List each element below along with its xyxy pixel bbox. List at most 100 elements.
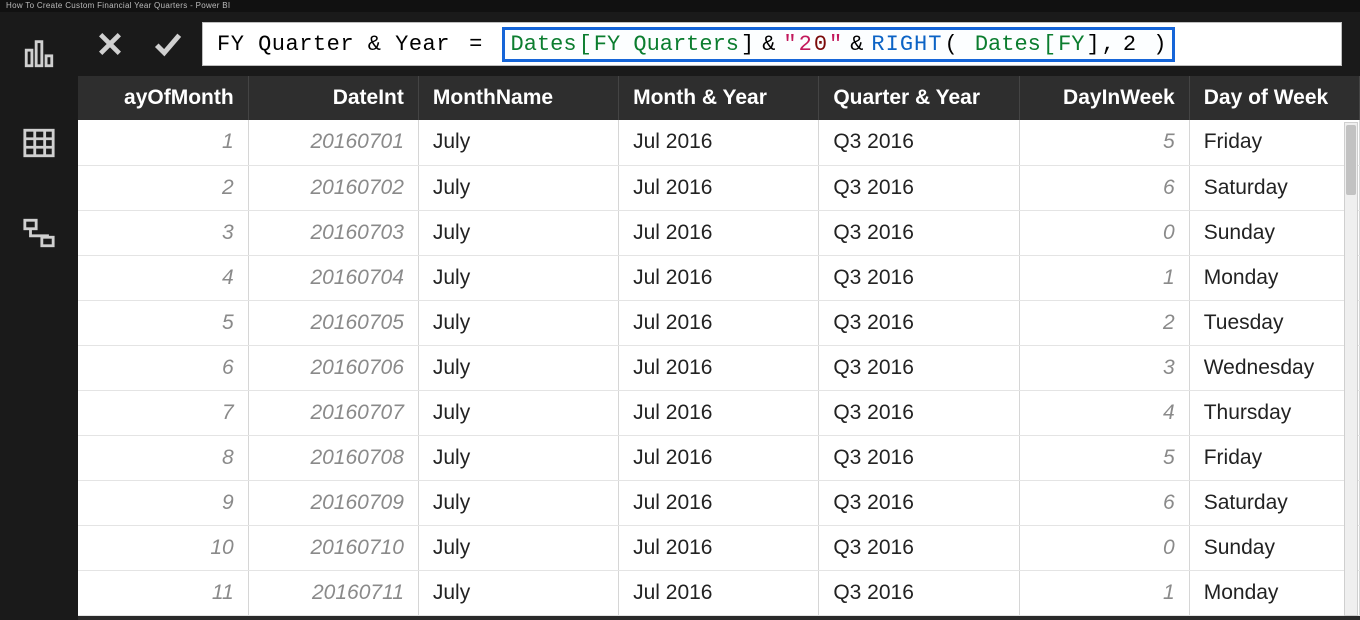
cell-dateint[interactable]: 20160705 <box>248 300 418 345</box>
cell-monthyear[interactable]: Jul 2016 <box>619 165 819 210</box>
cell-dayofweek[interactable]: Sunday <box>1189 210 1359 255</box>
data-grid-scroll[interactable]: ayOfMonth DateInt MonthName Month & Year… <box>78 76 1360 620</box>
cell-dayofweek[interactable]: Monday <box>1189 255 1359 300</box>
table-row[interactable]: 220160702JulyJul 2016Q3 20166Saturday <box>78 165 1360 210</box>
report-view-button[interactable] <box>16 30 62 76</box>
cell-dayofmonth[interactable]: 10 <box>78 525 248 570</box>
cell-monthyear[interactable]: Jul 2016 <box>619 390 819 435</box>
col-dayofweek[interactable]: Day of Week <box>1189 76 1359 120</box>
cell-quarteryear[interactable]: Q3 2016 <box>819 120 1019 165</box>
cell-monthname[interactable]: July <box>418 570 618 615</box>
model-view-button[interactable] <box>16 210 62 256</box>
cell-dayofweek[interactable]: Saturday <box>1189 480 1359 525</box>
cell-monthyear[interactable]: Jul 2016 <box>619 120 819 165</box>
cell-dateint[interactable]: 20160710 <box>248 525 418 570</box>
cell-dayofweek[interactable]: Wednesday <box>1189 345 1359 390</box>
cell-dayofmonth[interactable]: 11 <box>78 570 248 615</box>
cell-monthyear[interactable]: Jul 2016 <box>619 255 819 300</box>
table-row[interactable]: 420160704JulyJul 2016Q3 20161Monday <box>78 255 1360 300</box>
cell-dateint[interactable]: 20160709 <box>248 480 418 525</box>
cell-dayofweek[interactable]: Thursday <box>1189 390 1359 435</box>
scrollbar-thumb[interactable] <box>1346 125 1356 195</box>
cell-monthyear[interactable]: Jul 2016 <box>619 345 819 390</box>
cell-monthname[interactable]: July <box>418 300 618 345</box>
cell-quarteryear[interactable]: Q3 2016 <box>819 435 1019 480</box>
col-dayofmonth[interactable]: ayOfMonth <box>78 76 248 120</box>
cell-monthname[interactable]: July <box>418 390 618 435</box>
cell-monthname[interactable]: July <box>418 120 618 165</box>
cell-dateint[interactable]: 20160708 <box>248 435 418 480</box>
cell-quarteryear[interactable]: Q3 2016 <box>819 255 1019 300</box>
cell-dayofweek[interactable]: Friday <box>1189 120 1359 165</box>
cell-quarteryear[interactable]: Q3 2016 <box>819 525 1019 570</box>
cell-dayofmonth[interactable]: 7 <box>78 390 248 435</box>
cell-dateint[interactable]: 20160703 <box>248 210 418 255</box>
cell-dateint[interactable]: 20160706 <box>248 345 418 390</box>
cell-dayofmonth[interactable]: 6 <box>78 345 248 390</box>
table-row[interactable]: 520160705JulyJul 2016Q3 20162Tuesday <box>78 300 1360 345</box>
cell-dayofweek[interactable]: Tuesday <box>1189 300 1359 345</box>
table-row[interactable]: 320160703JulyJul 2016Q3 20160Sunday <box>78 210 1360 255</box>
cell-dayofweek[interactable]: Friday <box>1189 435 1359 480</box>
cell-monthname[interactable]: July <box>418 165 618 210</box>
cell-quarteryear[interactable]: Q3 2016 <box>819 165 1019 210</box>
col-dateint[interactable]: DateInt <box>248 76 418 120</box>
cell-dayinweek[interactable]: 6 <box>1019 165 1189 210</box>
cell-quarteryear[interactable]: Q3 2016 <box>819 345 1019 390</box>
cell-monthname[interactable]: July <box>418 255 618 300</box>
cell-quarteryear[interactable]: Q3 2016 <box>819 210 1019 255</box>
cell-quarteryear[interactable]: Q3 2016 <box>819 480 1019 525</box>
data-grid[interactable]: ayOfMonth DateInt MonthName Month & Year… <box>78 76 1360 616</box>
cell-dayinweek[interactable]: 0 <box>1019 525 1189 570</box>
cell-dayinweek[interactable]: 1 <box>1019 570 1189 615</box>
col-quarteryear[interactable]: Quarter & Year <box>819 76 1019 120</box>
cell-monthname[interactable]: July <box>418 525 618 570</box>
cell-dayinweek[interactable]: 4 <box>1019 390 1189 435</box>
cell-dateint[interactable]: 20160711 <box>248 570 418 615</box>
data-view-button[interactable] <box>16 120 62 166</box>
cell-monthyear[interactable]: Jul 2016 <box>619 525 819 570</box>
cell-dayofmonth[interactable]: 4 <box>78 255 248 300</box>
cell-dayofweek[interactable]: Monday <box>1189 570 1359 615</box>
cell-dayinweek[interactable]: 6 <box>1019 480 1189 525</box>
vertical-scrollbar[interactable] <box>1344 122 1358 616</box>
cell-monthname[interactable]: July <box>418 435 618 480</box>
cell-dayofmonth[interactable]: 1 <box>78 120 248 165</box>
cell-monthyear[interactable]: Jul 2016 <box>619 480 819 525</box>
cell-monthyear[interactable]: Jul 2016 <box>619 300 819 345</box>
cell-dayinweek[interactable]: 0 <box>1019 210 1189 255</box>
cell-dayofmonth[interactable]: 2 <box>78 165 248 210</box>
table-row[interactable]: 1020160710JulyJul 2016Q3 20160Sunday <box>78 525 1360 570</box>
col-monthyear[interactable]: Month & Year <box>619 76 819 120</box>
cell-quarteryear[interactable]: Q3 2016 <box>819 300 1019 345</box>
formula-commit-button[interactable] <box>144 20 192 68</box>
cell-monthyear[interactable]: Jul 2016 <box>619 435 819 480</box>
cell-dateint[interactable]: 20160701 <box>248 120 418 165</box>
col-dayinweek[interactable]: DayInWeek <box>1019 76 1189 120</box>
cell-dayofmonth[interactable]: 5 <box>78 300 248 345</box>
table-row[interactable]: 820160708JulyJul 2016Q3 20165Friday <box>78 435 1360 480</box>
cell-quarteryear[interactable]: Q3 2016 <box>819 570 1019 615</box>
cell-dayinweek[interactable]: 2 <box>1019 300 1189 345</box>
cell-monthname[interactable]: July <box>418 210 618 255</box>
cell-dayinweek[interactable]: 3 <box>1019 345 1189 390</box>
table-row[interactable]: 1120160711JulyJul 2016Q3 20161Monday <box>78 570 1360 615</box>
cell-dayofweek[interactable]: Saturday <box>1189 165 1359 210</box>
cell-dateint[interactable]: 20160704 <box>248 255 418 300</box>
cell-dayinweek[interactable]: 1 <box>1019 255 1189 300</box>
cell-dayofmonth[interactable]: 8 <box>78 435 248 480</box>
table-row[interactable]: 720160707JulyJul 2016Q3 20164Thursday <box>78 390 1360 435</box>
col-monthname[interactable]: MonthName <box>418 76 618 120</box>
cell-dayofweek[interactable]: Sunday <box>1189 525 1359 570</box>
cell-monthname[interactable]: July <box>418 345 618 390</box>
cell-monthname[interactable]: July <box>418 480 618 525</box>
cell-dayinweek[interactable]: 5 <box>1019 435 1189 480</box>
cell-dateint[interactable]: 20160702 <box>248 165 418 210</box>
table-row[interactable]: 920160709JulyJul 2016Q3 20166Saturday <box>78 480 1360 525</box>
formula-input[interactable]: FY Quarter & Year = Dates [ FY Quarters … <box>202 22 1342 66</box>
cell-dayofmonth[interactable]: 3 <box>78 210 248 255</box>
cell-quarteryear[interactable]: Q3 2016 <box>819 390 1019 435</box>
cell-dayinweek[interactable]: 5 <box>1019 120 1189 165</box>
cell-dayofmonth[interactable]: 9 <box>78 480 248 525</box>
cell-dateint[interactable]: 20160707 <box>248 390 418 435</box>
